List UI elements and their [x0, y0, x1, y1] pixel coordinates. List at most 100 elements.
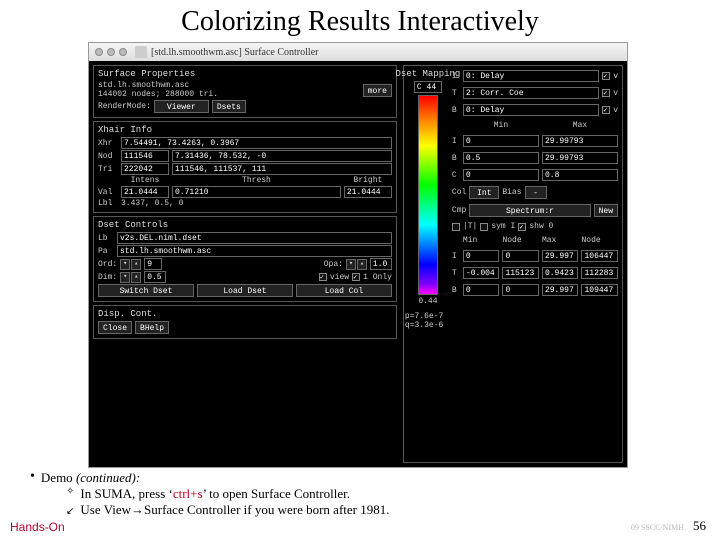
- dset-lb-field[interactable]: v2s.DEL.niml.dset: [117, 232, 392, 244]
- view-checkbox[interactable]: [319, 273, 327, 281]
- load-dset-button[interactable]: Load Dset: [197, 284, 293, 297]
- colorbar-top-field[interactable]: C 44: [414, 81, 442, 93]
- credit-label: 09 SSCC/NIMH: [631, 523, 684, 532]
- sub-bullet-icon: ↙: [66, 506, 74, 517]
- tbl-node2-header: Node: [581, 236, 618, 245]
- cmp-select[interactable]: Spectrum:r: [469, 204, 590, 217]
- val-field-c[interactable]: 21.0444: [344, 186, 392, 198]
- more-button[interactable]: more: [363, 84, 392, 97]
- nod-label: Nod: [98, 152, 118, 161]
- stat-b-min: 0: [463, 284, 500, 296]
- b-v-checkbox[interactable]: [602, 106, 610, 114]
- shw-0-checkbox[interactable]: [518, 223, 526, 231]
- surface-properties-panel: Surface Properties std.lh.smoothwm.asc 1…: [93, 65, 397, 118]
- one-only-label: 1 Only: [363, 273, 392, 282]
- stat-t-node1: 115123: [502, 267, 539, 279]
- disp-cont-panel: Disp. Cont. Close BHelp: [93, 305, 397, 339]
- b-max-field[interactable]: 29.99793: [542, 152, 618, 164]
- load-col-button[interactable]: Load Col: [296, 284, 392, 297]
- close-dot-icon[interactable]: [95, 48, 103, 56]
- pq-label: p=7.6e-7 q=3.3e-6: [405, 312, 451, 330]
- opa-field[interactable]: 1.0: [370, 258, 392, 270]
- rendermode-label: RenderMode:: [98, 102, 151, 111]
- cmp-label: Cmp: [452, 206, 466, 215]
- i-select[interactable]: 0: Delay: [463, 70, 599, 82]
- xhair-info-panel: Xhair Info Xhr7.54491, 73.4263, 0.3967 N…: [93, 121, 397, 213]
- bhelp-button[interactable]: BHelp: [135, 321, 169, 334]
- bullet-icon: •: [30, 470, 35, 484]
- opa-arrows[interactable]: ▾▴: [346, 259, 367, 270]
- ord-field[interactable]: 9: [144, 258, 162, 270]
- i-min-field[interactable]: 0: [463, 135, 539, 147]
- view-label: view: [330, 273, 349, 282]
- val-label: Val: [98, 188, 118, 197]
- switch-dset-button[interactable]: Switch Dset: [98, 284, 194, 297]
- intens-label: Intens: [121, 176, 169, 185]
- slide-bullets: • Demo (continued): ✧ In SUMA, press ‘ct…: [30, 470, 690, 518]
- lbl-label: Lbl: [98, 199, 118, 208]
- colorbar[interactable]: [418, 95, 438, 295]
- surf-nodes-label: 144002 nodes; 288000 tri.: [98, 90, 360, 99]
- down-arrow-icon[interactable]: ▾: [120, 259, 130, 270]
- traffic-lights[interactable]: [95, 48, 127, 56]
- xhr-field[interactable]: 7.54491, 73.4263, 0.3967: [121, 137, 392, 149]
- b-select[interactable]: 0: Delay: [463, 104, 599, 116]
- xhair-header: Xhair Info: [98, 125, 392, 135]
- thresh-label: Thresh: [172, 176, 341, 185]
- new-button[interactable]: New: [594, 204, 618, 217]
- abs-t-checkbox[interactable]: [452, 223, 460, 231]
- dset-mapping-panel: Dset Mapping C 44 0.44 p=7.6e-7 q=3.3e-6…: [403, 65, 623, 463]
- tri-field-a[interactable]: 222042: [121, 163, 169, 175]
- val-field-a[interactable]: 21.0444: [121, 186, 169, 198]
- b-min-field[interactable]: 0.5: [463, 152, 539, 164]
- stat-t-min: -0.004: [463, 267, 500, 279]
- tbl-max-header: Max: [542, 236, 579, 245]
- col-select[interactable]: Int: [469, 186, 499, 199]
- sym-i-checkbox[interactable]: [480, 223, 488, 231]
- up-arrow-icon[interactable]: ▴: [131, 272, 141, 283]
- dset-pa-field[interactable]: std.lh.smoothwm.asc: [117, 245, 392, 257]
- zoom-dot-icon[interactable]: [119, 48, 127, 56]
- slide-title: Colorizing Results Interactively: [0, 0, 720, 40]
- nod-field-a[interactable]: 111546: [121, 150, 169, 162]
- ord-arrows[interactable]: ▾▴: [120, 259, 141, 270]
- ord-label: Ord:: [98, 260, 117, 269]
- down-arrow-icon[interactable]: ▾: [120, 272, 130, 283]
- t-select[interactable]: 2: Corr. Coe: [463, 87, 599, 99]
- bias-select[interactable]: -: [525, 186, 547, 199]
- surface-controller-window: [std.lh.smoothwm.asc] Surface Controller…: [88, 42, 628, 468]
- one-only-checkbox[interactable]: [352, 273, 360, 281]
- stat-t-node2: 112283: [581, 267, 618, 279]
- dsets-button[interactable]: Dsets: [212, 100, 246, 113]
- demo-label: Demo: [41, 470, 73, 485]
- tri-label: Tri: [98, 165, 118, 174]
- close-button[interactable]: Close: [98, 321, 132, 334]
- nod-field-b[interactable]: 7.31436, 78.532, -0: [172, 150, 392, 162]
- stat-b-node1: 0: [502, 284, 539, 296]
- stat-i-min: 0: [463, 250, 500, 262]
- up-arrow-icon[interactable]: ▴: [131, 259, 141, 270]
- stat-i-node1: 0: [502, 250, 539, 262]
- dim-arrows[interactable]: ▾▴: [120, 272, 141, 283]
- dset-controls-panel: Dset Controls Lbv2s.DEL.niml.dset Pastd.…: [93, 216, 397, 302]
- c-min-field[interactable]: 0: [463, 169, 539, 181]
- tri-field-b[interactable]: 111546, 111537, 111: [172, 163, 392, 175]
- abs-t-label: |T|: [463, 222, 477, 231]
- dim-field[interactable]: 0.5: [144, 271, 166, 283]
- surface-properties-header: Surface Properties: [98, 69, 392, 79]
- max-header: Max: [542, 121, 618, 130]
- up-arrow-icon[interactable]: ▴: [357, 259, 367, 270]
- t-v-checkbox[interactable]: [602, 89, 610, 97]
- minimize-dot-icon[interactable]: [107, 48, 115, 56]
- window-title: [std.lh.smoothwm.asc] Surface Controller: [151, 47, 318, 58]
- i-max-field[interactable]: 29.99793: [542, 135, 618, 147]
- val-field-b[interactable]: 0.71210: [172, 186, 341, 198]
- window-titlebar[interactable]: [std.lh.smoothwm.asc] Surface Controller: [89, 43, 627, 61]
- c-max-field[interactable]: 0.8: [542, 169, 618, 181]
- disp-cont-header: Disp. Cont.: [98, 309, 392, 319]
- rendermode-select[interactable]: Viewer: [154, 100, 209, 113]
- down-arrow-icon[interactable]: ▾: [346, 259, 356, 270]
- surf-file-label: std.lh.smoothwm.asc: [98, 81, 360, 90]
- i-v-checkbox[interactable]: [602, 72, 610, 80]
- slide-number: 56: [693, 518, 706, 534]
